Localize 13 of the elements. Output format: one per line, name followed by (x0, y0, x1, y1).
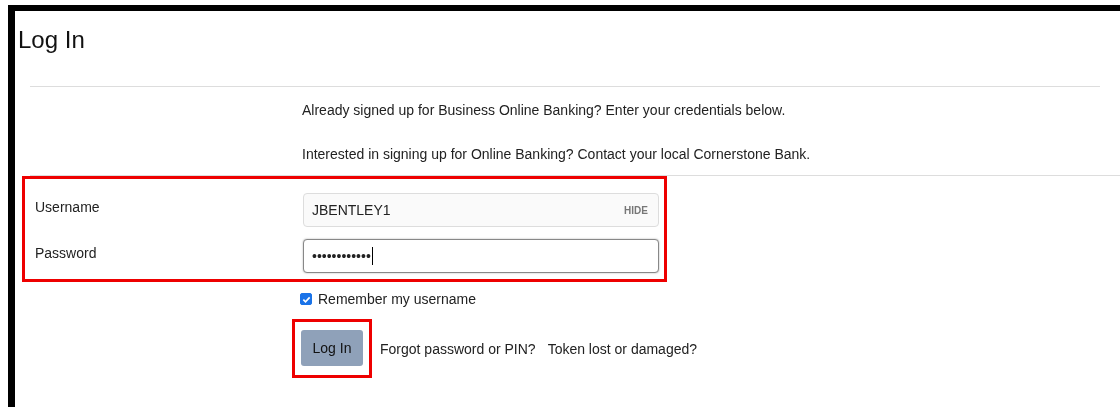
page-title: Log In (17, 25, 86, 55)
intro-text: Interested in signing up for Online Banking? Contact your local Cornerstone Bank. (302, 146, 812, 162)
field-label: Username (35, 198, 101, 215)
help-link[interactable]: Forgot password or PIN? (380, 340, 536, 357)
login-button[interactable]: Log In (301, 330, 363, 366)
field-label: Password (35, 244, 98, 261)
input-field[interactable]: •••••••••••• (303, 239, 659, 273)
intro-text: Already signed up for Business Online Banking? Enter your credentials below. (302, 102, 787, 118)
checkbox-label: Remember my username (318, 291, 476, 307)
checkbox[interactable] (300, 293, 312, 305)
help-link[interactable]: Token lost or damaged? (547, 340, 698, 357)
hide-toggle[interactable]: HIDE (624, 204, 648, 216)
input-field[interactable]: JBENTLEY1 HIDE (303, 193, 659, 227)
